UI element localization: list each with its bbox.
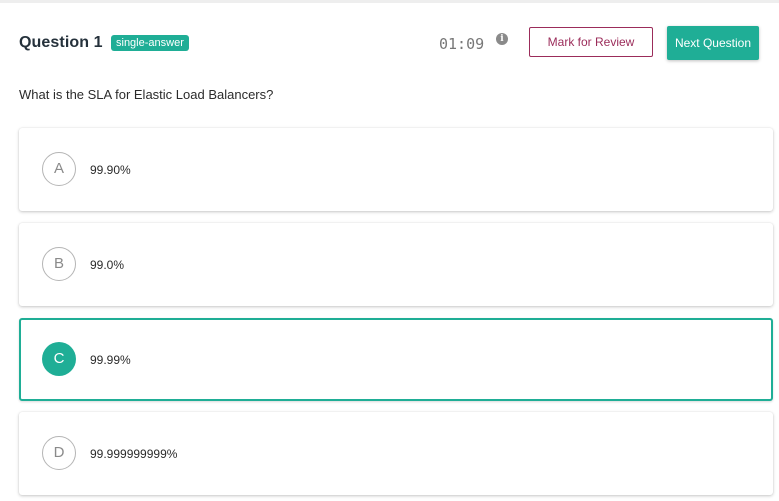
answer-option-d[interactable]: D 99.999999999%	[19, 412, 773, 495]
question-type-badge: single-answer	[111, 35, 189, 51]
option-letter: B	[42, 247, 76, 281]
option-text: 99.90%	[90, 163, 131, 177]
option-letter: A	[42, 152, 76, 186]
option-text: 99.0%	[90, 258, 125, 272]
info-icon[interactable]: i	[496, 33, 508, 45]
option-text: 99.999999999%	[90, 447, 178, 461]
answer-option-c[interactable]: C 99.99%	[19, 318, 773, 401]
option-letter: C	[42, 342, 76, 376]
question-text: What is the SLA for Elastic Load Balance…	[19, 87, 274, 102]
question-title: Question 1	[19, 34, 103, 51]
next-question-button[interactable]: Next Question	[667, 26, 759, 60]
answer-option-b[interactable]: B 99.0%	[19, 223, 773, 306]
answer-option-a[interactable]: A 99.90%	[19, 128, 773, 211]
option-text: 99.99%	[90, 353, 131, 367]
mark-for-review-button[interactable]: Mark for Review	[529, 27, 653, 57]
top-divider	[0, 0, 779, 3]
countdown-timer: 01:09	[439, 35, 485, 53]
question-header: Question 1 single-answer 01:09 i Mark fo…	[19, 26, 773, 62]
option-letter: D	[42, 436, 76, 470]
